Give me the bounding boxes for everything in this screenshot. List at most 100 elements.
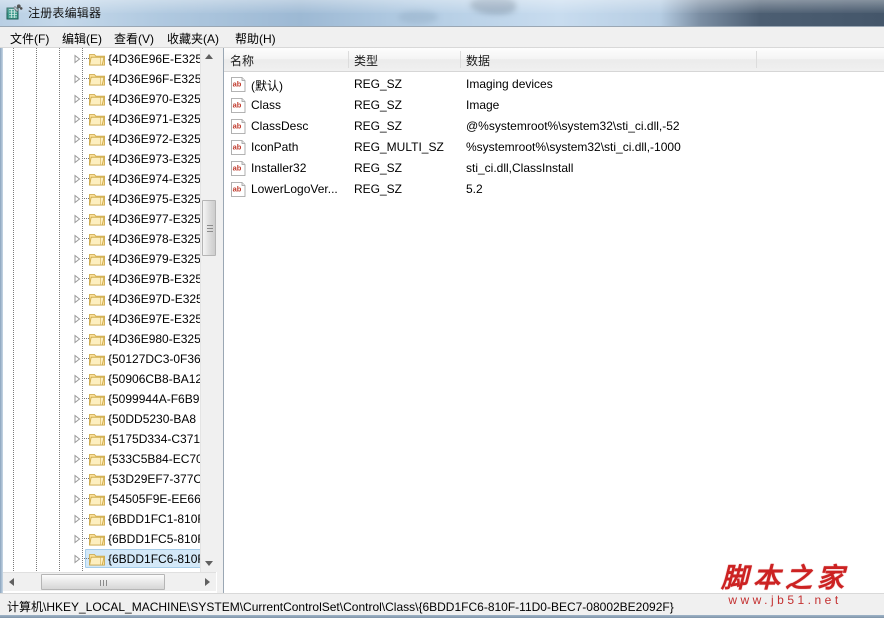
expand-arrow-icon[interactable] [72,154,82,164]
tree-item[interactable]: {4D36E977-E325 [3,209,200,229]
list-row[interactable]: ab IconPath REG_MULTI_SZ %systemroot%\syste… [224,137,884,158]
folder-icon [89,152,105,166]
tree-item[interactable]: {4D36E96F-E325 [3,69,200,89]
tree-item[interactable]: {6BDD1FC6-810F [3,549,200,569]
expand-arrow-icon[interactable] [72,394,82,404]
menu-help[interactable]: 帮助(H) [233,30,278,47]
value-type: REG_SZ [354,161,403,175]
tree-item[interactable]: {50127DC3-0F36 [3,349,200,369]
list-row[interactable]: ab Class REG_SZ Image [224,95,884,116]
scroll-up-button[interactable] [201,48,217,65]
tree-item[interactable]: {4D36E974-E325 [3,169,200,189]
tree-item[interactable]: {533C5B84-EC70 [3,449,200,469]
menu-file[interactable]: 文件(F) [8,30,51,47]
svg-text:ab: ab [233,143,242,152]
expand-arrow-icon[interactable] [72,274,82,284]
expand-arrow-icon[interactable] [72,214,82,224]
expand-arrow-icon[interactable] [72,474,82,484]
tree-item[interactable]: {4D36E975-E325 [3,189,200,209]
expand-arrow-icon[interactable] [72,494,82,504]
expand-arrow-icon[interactable] [72,374,82,384]
string-value-icon: ab [231,119,246,134]
svg-text:ab: ab [233,185,242,194]
menu-view[interactable]: 查看(V) [112,30,156,47]
svg-text:ab: ab [233,80,242,89]
expand-arrow-icon[interactable] [72,174,82,184]
tree-item-label: {4D36E96F-E325 [108,72,200,86]
tree-item[interactable]: {4D36E970-E325 [3,89,200,109]
expand-arrow-icon[interactable] [72,334,82,344]
tree-item-label: {50906CB8-BA12 [108,372,200,386]
expand-arrow-icon[interactable] [72,534,82,544]
expand-arrow-icon[interactable] [72,414,82,424]
tree-scroll-thumb[interactable] [202,200,216,256]
tree-item[interactable]: {5175D334-C371 [3,429,200,449]
svg-text:ab: ab [233,101,242,110]
folder-icon [89,392,105,406]
tree-item[interactable]: {50DD5230-BA8 [3,409,200,429]
tree-item-label: {533C5B84-EC70 [108,452,200,466]
list-row[interactable]: ab ClassDesc REG_SZ @%systemroot%\system32\… [224,116,884,137]
tree-item[interactable]: {6BDD1FC1-810F [3,509,200,529]
column-header-type[interactable]: 类型 [354,52,378,69]
tree-item[interactable]: {50906CB8-BA12 [3,369,200,389]
tree-item[interactable]: {53D29EF7-377C [3,469,200,489]
folder-icon [89,232,105,246]
registry-editor-icon [6,4,23,21]
list-row[interactable]: ab (默认) REG_SZ Imaging devices [224,74,884,95]
tree-item-label: {4D36E973-E325 [108,152,200,166]
expand-arrow-icon[interactable] [72,434,82,444]
expand-arrow-icon[interactable] [72,554,82,564]
scroll-down-button[interactable] [201,555,217,572]
value-type: REG_SZ [354,98,403,112]
column-header-name[interactable]: 名称 [230,52,254,69]
scroll-right-button[interactable] [199,573,216,591]
expand-arrow-icon[interactable] [72,74,82,84]
tree-item[interactable]: {4D36E972-E325 [3,129,200,149]
expand-arrow-icon[interactable] [72,94,82,104]
tree-item[interactable]: {5099944A-F6B9 [3,389,200,409]
registry-tree-pane[interactable]: {4D36E96E-E325 {4D36E96F-E325 {4D36E970-E3… [0,48,218,593]
menu-edit[interactable]: 编辑(E) [60,30,104,47]
expand-arrow-icon[interactable] [72,514,82,524]
list-row[interactable]: ab LowerLogoVer... REG_SZ 5.2 [224,179,884,200]
tree-item[interactable]: {4D36E971-E325 [3,109,200,129]
expand-arrow-icon[interactable] [72,354,82,364]
column-divider[interactable] [460,51,461,68]
expand-arrow-icon[interactable] [72,254,82,264]
tree-item[interactable]: {4D36E973-E325 [3,149,200,169]
tree-hscroll-thumb[interactable] [41,574,165,590]
menu-favorites[interactable]: 收藏夹(A) [165,30,221,47]
tree-item[interactable]: {4D36E97D-E325 [3,289,200,309]
tree-item[interactable]: {6BDD1FC5-810F [3,529,200,549]
list-row[interactable]: ab Installer32 REG_SZ sti_ci.dll,ClassInsta… [224,158,884,179]
tree-horizontal-scrollbar[interactable] [3,572,216,591]
column-header-data[interactable]: 数据 [466,52,490,69]
expand-arrow-icon[interactable] [72,294,82,304]
value-name: LowerLogoVer... [251,182,338,196]
tree-item[interactable]: {4D36E97E-E325 [3,309,200,329]
registry-values-list[interactable]: 名称 类型 数据 ab (默认) REG_SZ Imaging devices ab Cl… [223,48,884,593]
scroll-left-button[interactable] [3,573,20,591]
svg-text:ab: ab [233,122,242,131]
expand-arrow-icon[interactable] [72,234,82,244]
tree-item[interactable]: {4D36E979-E325 [3,249,200,269]
title-bar[interactable]: 注册表编辑器 [0,0,884,27]
tree-item[interactable]: {4D36E96E-E325 [3,49,200,69]
tree-scroll-area[interactable]: {4D36E96E-E325 {4D36E96F-E325 {4D36E970-E3… [3,48,200,572]
expand-arrow-icon[interactable] [72,134,82,144]
expand-arrow-icon[interactable] [72,454,82,464]
tree-vertical-scrollbar[interactable] [200,48,217,572]
string-value-icon: ab [231,140,246,155]
column-divider[interactable] [756,51,757,68]
tree-item[interactable]: {4D36E97B-E325 [3,269,200,289]
expand-arrow-icon[interactable] [72,314,82,324]
folder-icon [89,532,105,546]
column-divider[interactable] [348,51,349,68]
tree-item[interactable]: {54505F9E-EE66 [3,489,200,509]
expand-arrow-icon[interactable] [72,194,82,204]
expand-arrow-icon[interactable] [72,114,82,124]
expand-arrow-icon[interactable] [72,54,82,64]
tree-item[interactable]: {4D36E978-E325 [3,229,200,249]
tree-item[interactable]: {4D36E980-E325 [3,329,200,349]
